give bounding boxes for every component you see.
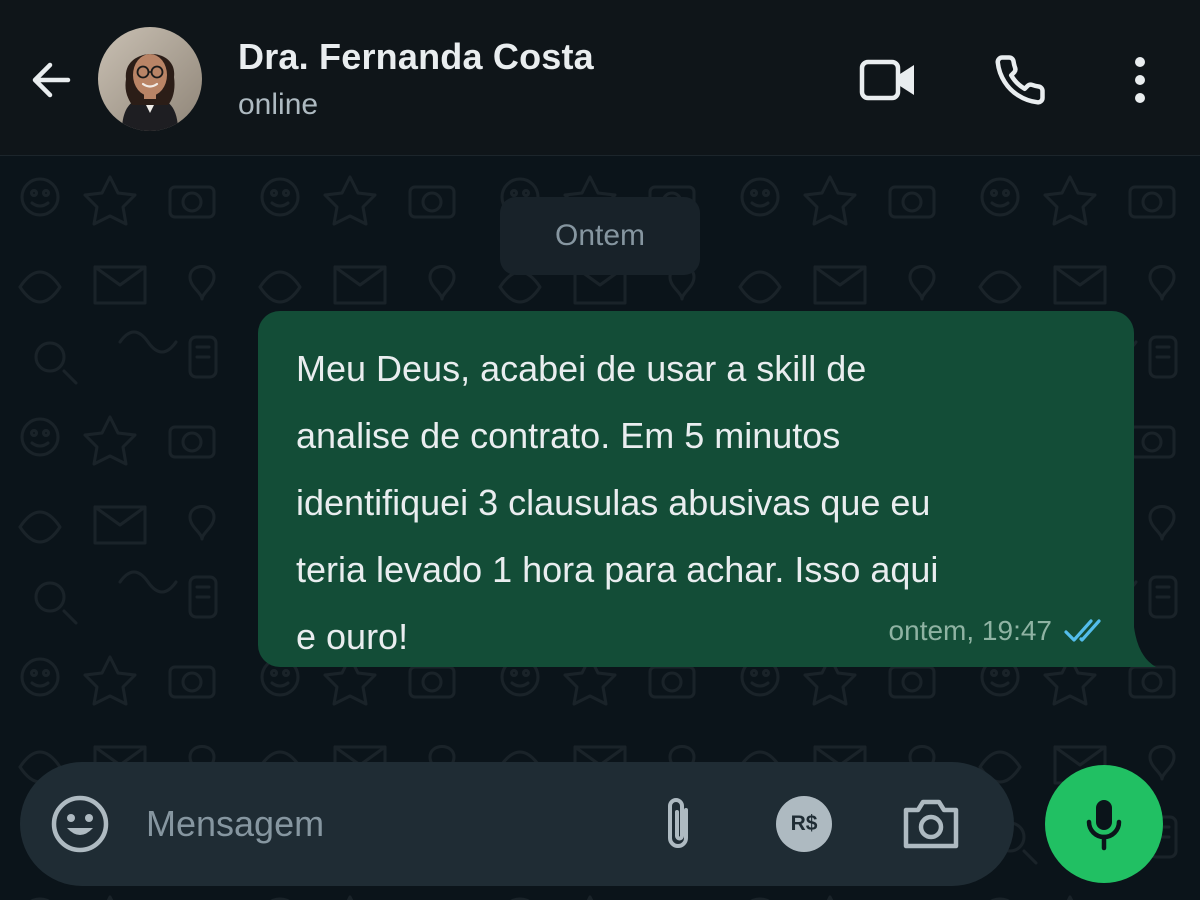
video-camera-icon [859,59,914,101]
whatsapp-chat-screen: Dra. Fernanda Costa online Ontem Meu Deu… [0,0,1200,900]
camera-button[interactable] [900,796,962,852]
voice-call-button[interactable] [988,48,1052,112]
video-call-button[interactable] [856,48,920,112]
paperclip-icon [668,798,688,848]
more-vertical-icon [1135,57,1145,103]
message-meta: ontem, 19:47 [889,615,1108,647]
contact-photo [98,27,202,131]
contact-name[interactable]: Dra. Fernanda Costa [238,36,594,78]
payment-label: R$ [790,812,818,835]
attach-button[interactable] [654,792,702,856]
chat-header: Dra. Fernanda Costa online [0,0,1200,156]
smiley-icon [51,795,109,853]
emoji-button[interactable] [50,794,110,854]
payment-button[interactable]: R$ [776,796,832,852]
camera-icon [903,799,959,849]
message-time: ontem, 19:47 [888,615,1052,646]
double-check-read-icon [1064,619,1101,642]
back-button[interactable] [22,52,78,108]
message-composer: R$ [20,762,1014,886]
voice-message-button[interactable] [1045,765,1163,883]
more-options-button[interactable] [1108,48,1172,112]
phone-icon [995,55,1045,105]
message-input[interactable] [146,792,616,856]
microphone-icon [1086,800,1122,851]
bubble-tail [1126,627,1156,667]
contact-status: online [238,88,319,121]
outgoing-message[interactable]: Meu Deus, acabei de usar a skill de anal… [258,311,1134,667]
avatar[interactable] [98,27,202,131]
arrow-left-icon [32,62,71,98]
date-separator: Ontem [500,197,700,275]
